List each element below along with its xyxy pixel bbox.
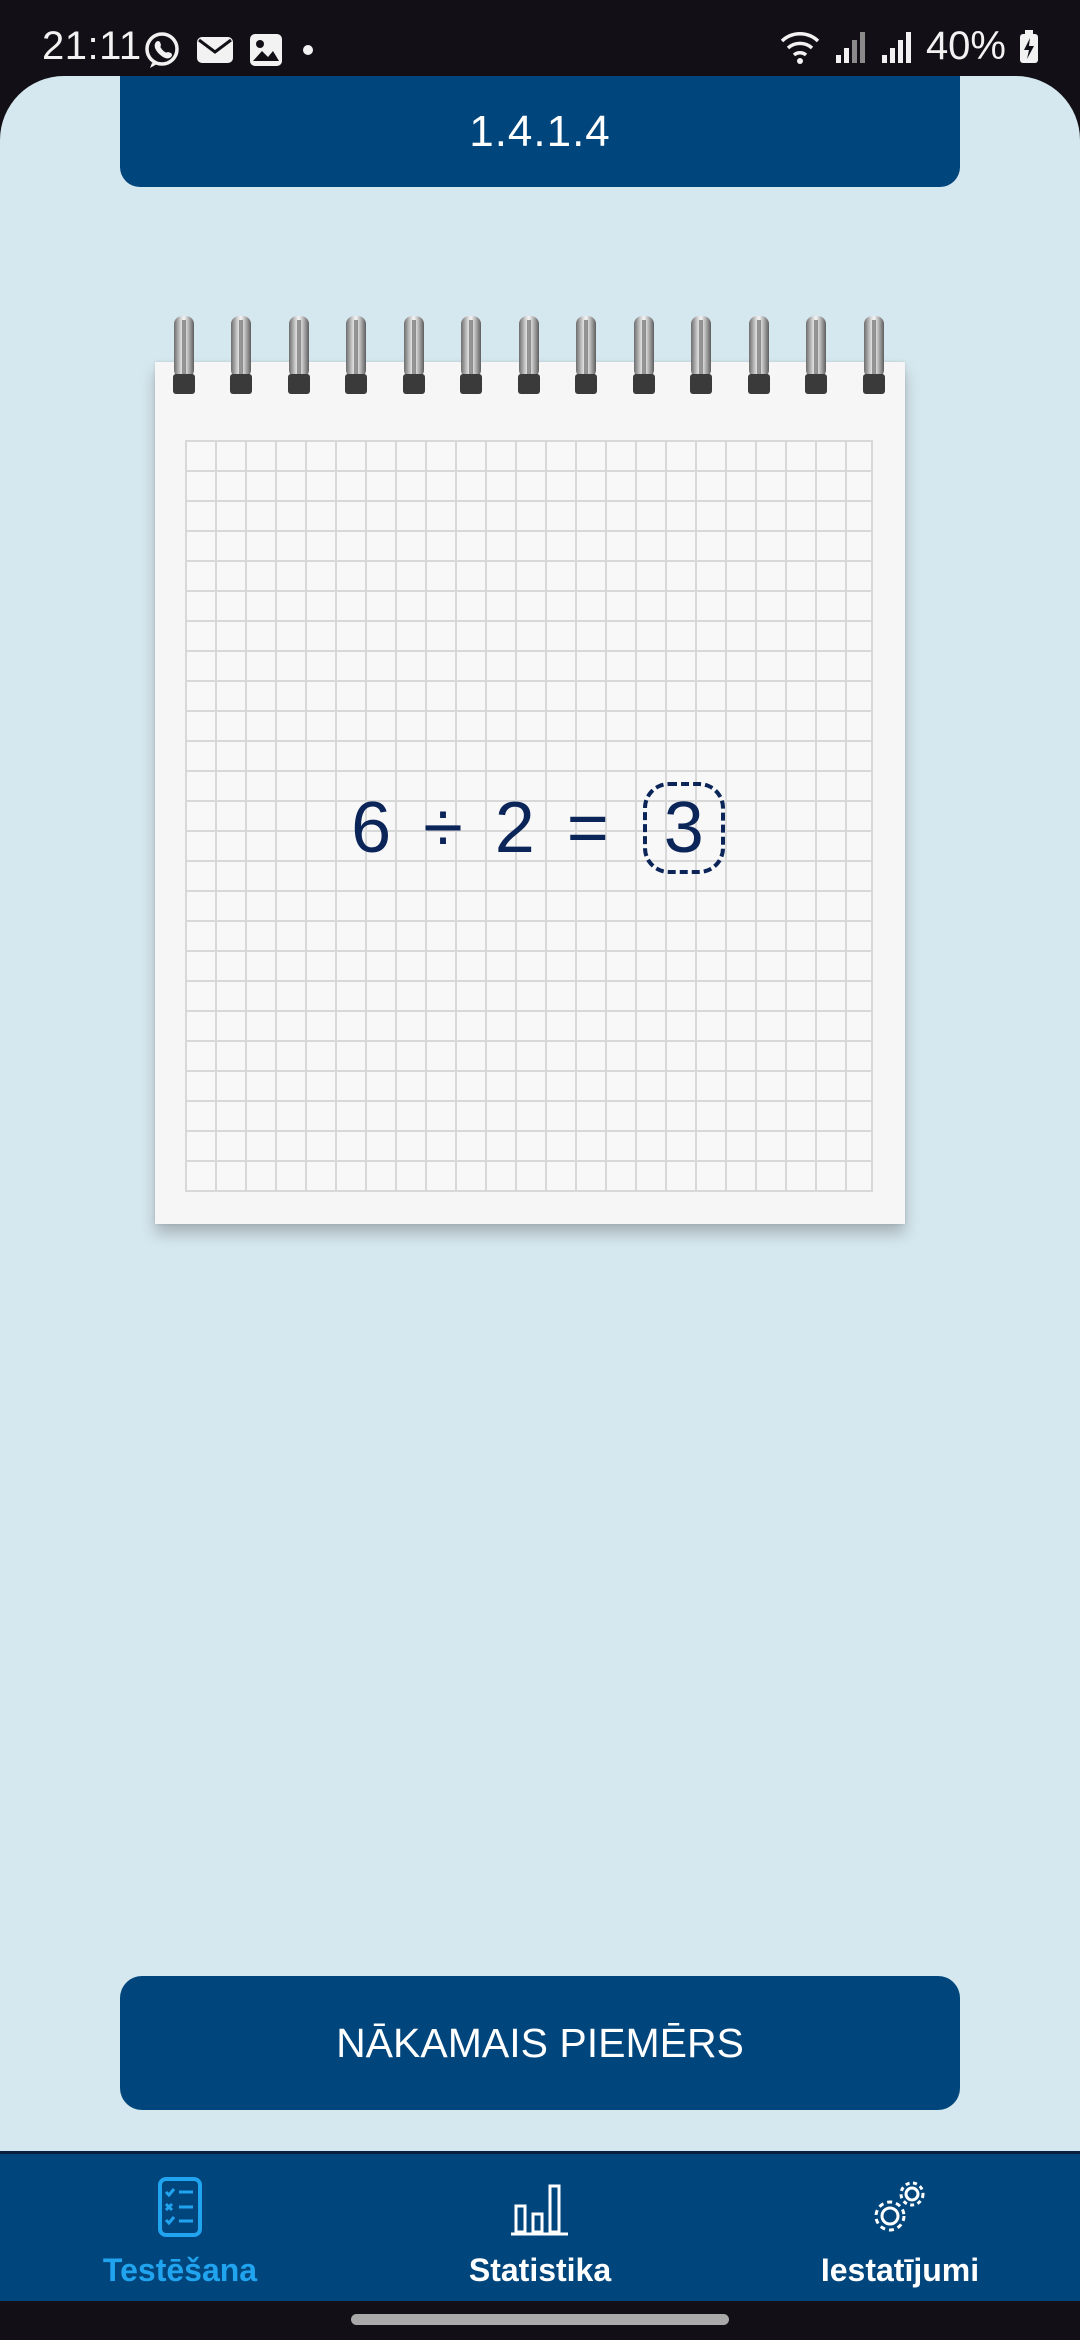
spiral-ring [804, 316, 828, 412]
battery-charging-icon [1018, 29, 1040, 65]
bar-chart-icon [508, 2176, 572, 2238]
notebook-spirals [155, 316, 905, 412]
spiral-ring [862, 316, 886, 412]
dot-icon [298, 40, 318, 60]
spiral-ring [574, 316, 598, 412]
tab-statistics[interactable]: Statistika [360, 2154, 720, 2301]
equals-sign: = [566, 788, 609, 868]
tab-settings[interactable]: Iestatījumi [720, 2154, 1080, 2301]
gallery-icon [248, 32, 284, 68]
tab-testing-label: Testēšana [102, 2252, 258, 2288]
app-surface: 1.4.1.4 6 ÷ 2 = 3 NĀKAMAIS PIEMĒRS [0, 76, 1080, 2151]
status-time: 21:11 [42, 24, 142, 68]
spiral-ring [517, 316, 541, 412]
system-icons: 40% [778, 24, 1040, 69]
notification-icons [142, 30, 318, 70]
tab-settings-label: Iestatījumi [820, 2252, 980, 2288]
signal-icon [880, 29, 914, 65]
spiral-ring [287, 316, 311, 412]
operand-a: 6 [351, 788, 392, 868]
tab-statistics-label: Statistika [468, 2252, 612, 2288]
spiral-ring [172, 316, 196, 412]
signal-icon [834, 29, 868, 65]
exercise-code: 1.4.1.4 [469, 106, 611, 156]
spiral-ring [689, 316, 713, 412]
operator: ÷ [423, 788, 463, 868]
answer-value: 3 [663, 788, 704, 868]
mail-icon [196, 34, 234, 66]
operand-b: 2 [494, 788, 535, 868]
answer-field[interactable]: 3 [642, 782, 725, 874]
tab-testing[interactable]: Testēšana [0, 2154, 360, 2301]
wifi-icon [778, 27, 822, 67]
spiral-ring [632, 316, 656, 412]
spiral-ring [402, 316, 426, 412]
bottom-navigation: Testēšana Statistika Iestatījumi [0, 2151, 1080, 2301]
viber-icon [142, 30, 182, 70]
spiral-ring [344, 316, 368, 412]
next-example-button[interactable]: NĀKAMAIS PIEMĒRS [120, 1976, 960, 2110]
math-expression: 6 ÷ 2 = 3 [155, 782, 905, 874]
gesture-area [0, 2301, 1080, 2340]
spiral-ring [229, 316, 253, 412]
gears-icon [868, 2176, 932, 2238]
spiral-ring [459, 316, 483, 412]
notebook: 6 ÷ 2 = 3 [155, 316, 905, 1224]
home-gesture-bar[interactable] [351, 2314, 729, 2325]
checklist-icon [148, 2176, 212, 2238]
battery-percent: 40% [925, 24, 1006, 68]
next-example-label: NĀKAMAIS PIEMĒRS [336, 2019, 744, 2066]
spiral-ring [747, 316, 771, 412]
exercise-code-header: 1.4.1.4 [120, 76, 960, 187]
